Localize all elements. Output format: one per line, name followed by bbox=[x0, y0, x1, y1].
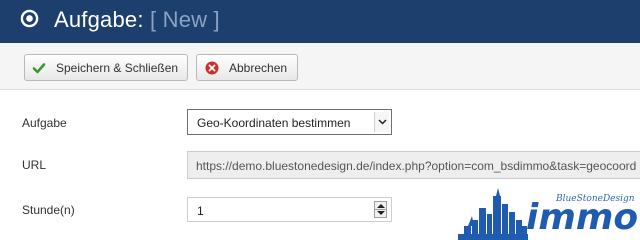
page-title: Aufgabe: [ New ] bbox=[54, 7, 220, 33]
checkmark-icon bbox=[32, 62, 46, 73]
hours-label: Stunde(n) bbox=[22, 203, 75, 217]
task-label: Aufgabe bbox=[22, 116, 67, 130]
cancel-label: Abbrechen bbox=[229, 60, 288, 75]
spin-down-icon[interactable] bbox=[377, 211, 385, 215]
chevron-down-icon[interactable] bbox=[374, 112, 389, 132]
task-select-value: Geo-Koordinaten bestimmen bbox=[197, 116, 351, 130]
brand-logo: immo BlueStoneDesign bbox=[458, 186, 640, 240]
hours-stepper[interactable]: 1 bbox=[187, 197, 392, 222]
spin-up-icon[interactable] bbox=[377, 204, 385, 208]
page-title-text: Aufgabe: bbox=[54, 7, 144, 32]
cancel-button[interactable]: Abbrechen bbox=[196, 54, 298, 81]
save-and-close-button[interactable]: Speichern & Schließen bbox=[24, 54, 188, 81]
hours-value: 1 bbox=[197, 204, 204, 218]
target-icon bbox=[20, 9, 39, 28]
url-value: https://demo.bluestonedesign.de/index.ph… bbox=[196, 159, 637, 173]
logo-brand: BlueStoneDesign bbox=[556, 194, 635, 204]
url-field[interactable]: https://demo.bluestonedesign.de/index.ph… bbox=[187, 151, 640, 179]
save-and-close-label: Speichern & Schließen bbox=[56, 60, 179, 75]
page-title-state: [ New ] bbox=[150, 7, 220, 32]
spinner-icon[interactable] bbox=[374, 201, 387, 218]
task-select[interactable]: Geo-Koordinaten bestimmen bbox=[187, 109, 392, 135]
cancel-circle-icon bbox=[205, 61, 219, 74]
toolbar: Speichern & Schließen Abbrechen bbox=[0, 43, 640, 90]
url-label: URL bbox=[22, 158, 47, 172]
page-header: Aufgabe: [ New ] bbox=[0, 0, 640, 43]
